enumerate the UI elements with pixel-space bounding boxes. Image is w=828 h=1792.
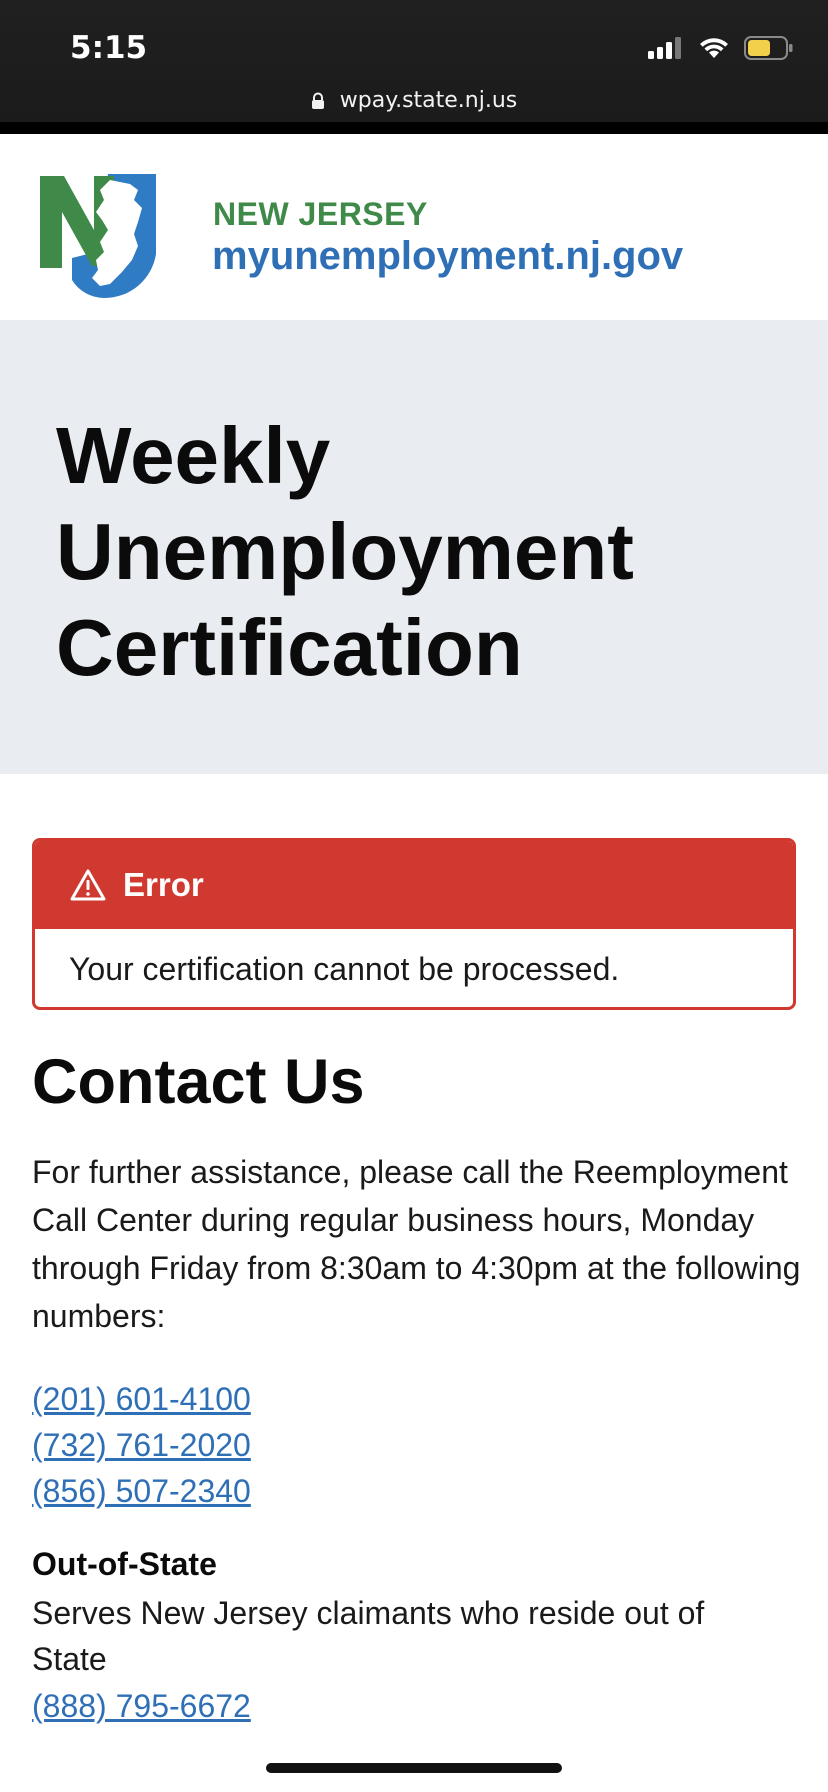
out-of-state-phone: (888) 795-6672 [32,1683,251,1729]
wifi-icon [698,36,730,65]
state-label: NEW JERSEY [213,196,428,232]
url-text: wpay.state.nj.us [339,88,518,113]
address-bar[interactable]: wpay.state.nj.us [0,88,828,116]
browser-status-bar: 5:15 wpay.state.nj.us [0,0,828,134]
phone-link[interactable]: (732) 761-2020 [32,1422,251,1468]
nj-logo-icon[interactable] [38,172,160,305]
page-title: Weekly Unemployment Certification [56,411,634,692]
site-name[interactable]: myunemployment.nj.gov [212,234,683,279]
hero-banner: Weekly Unemployment Certification [0,320,828,774]
battery-icon [744,36,794,65]
alert-message: Your certification cannot be processed. [69,951,620,987]
status-icons [648,36,794,65]
out-of-state-text: Serves New Jersey claimants who reside o… [32,1595,705,1677]
out-of-state-heading: Out-of-State [32,1546,217,1582]
phone-link[interactable]: (201) 601-4100 [32,1376,251,1422]
clock-time: 5:15 [70,30,148,66]
home-indicator[interactable] [266,1763,562,1773]
contact-description: For further assistance, please call the … [32,1154,801,1334]
error-alert: Error Your certification cannot be proce… [32,838,796,1010]
lock-icon [311,91,325,116]
alert-title: Error [123,866,204,903]
cellular-signal-icon [648,37,684,64]
phone-list: (201) 601-4100 (732) 761-2020 (856) 507-… [32,1376,251,1514]
phone-link[interactable]: (856) 507-2340 [32,1468,251,1514]
phone-link-out-of-state[interactable]: (888) 795-6672 [32,1683,251,1729]
warning-icon [69,868,107,902]
contact-heading: Contact Us [32,1047,365,1117]
site-header: NEW JERSEY myunemployment.nj.gov [0,146,828,320]
alert-header: Error [35,841,793,929]
